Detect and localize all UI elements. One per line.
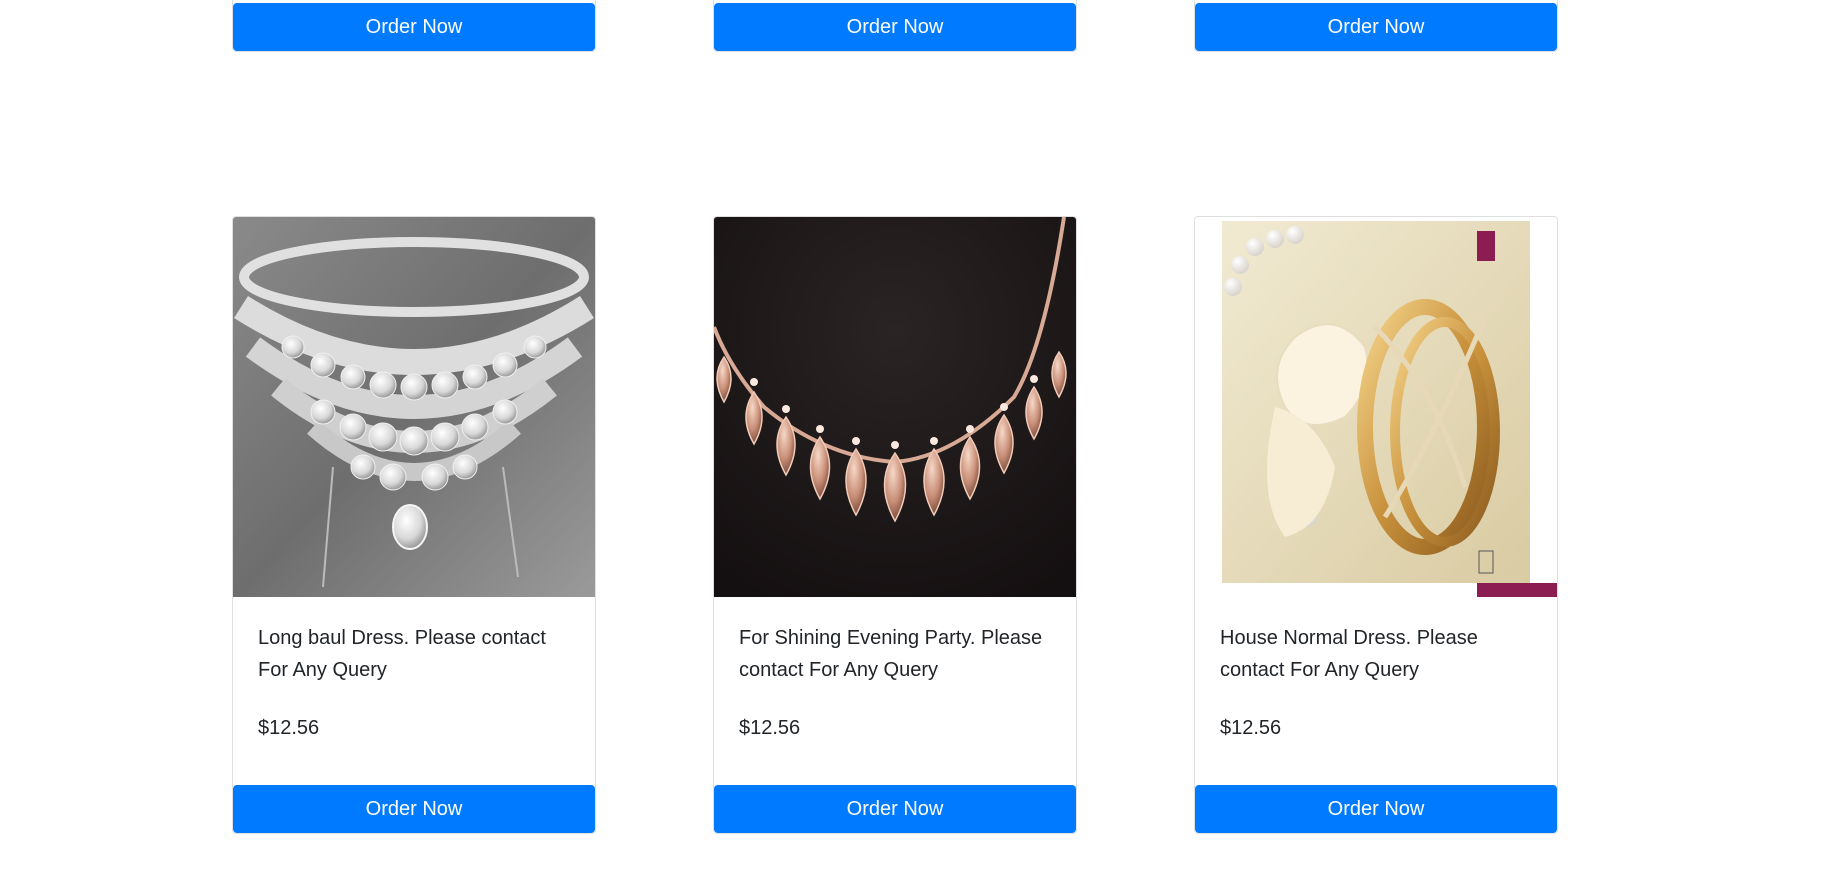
product-price: $12.56	[739, 717, 801, 739]
product-price: $12.56	[1220, 717, 1282, 739]
product-description: House Normal Dress. Please contact For A…	[1220, 627, 1478, 681]
product-image-rose-gold-necklace	[714, 217, 1076, 597]
product-image-silver-necklace	[233, 217, 595, 597]
order-now-button[interactable]: Order Now	[233, 785, 595, 833]
product-image-gold-ring	[1195, 217, 1557, 597]
order-now-button[interactable]: Order Now	[714, 3, 1076, 51]
product-price: $12.56	[258, 717, 320, 739]
product-card-partial: Order Now	[713, 0, 1077, 52]
product-grid-page: Order Now Order Now Order Now Long baul …	[0, 0, 1840, 896]
product-card: Long baul Dress. Please contact For Any …	[232, 216, 596, 834]
order-now-button[interactable]: Order Now	[1195, 785, 1557, 833]
product-card: House Normal Dress. Please contact For A…	[1194, 216, 1558, 834]
product-description: For Shining Evening Party. Please contac…	[739, 627, 1043, 681]
product-card-partial: Order Now	[1194, 0, 1558, 52]
product-card-partial: Order Now	[232, 0, 596, 52]
order-now-button[interactable]: Order Now	[233, 3, 595, 51]
product-card: For Shining Evening Party. Please contac…	[713, 216, 1077, 834]
product-description: Long baul Dress. Please contact For Any …	[258, 627, 546, 681]
order-now-button[interactable]: Order Now	[1195, 3, 1557, 51]
order-now-button[interactable]: Order Now	[714, 785, 1076, 833]
